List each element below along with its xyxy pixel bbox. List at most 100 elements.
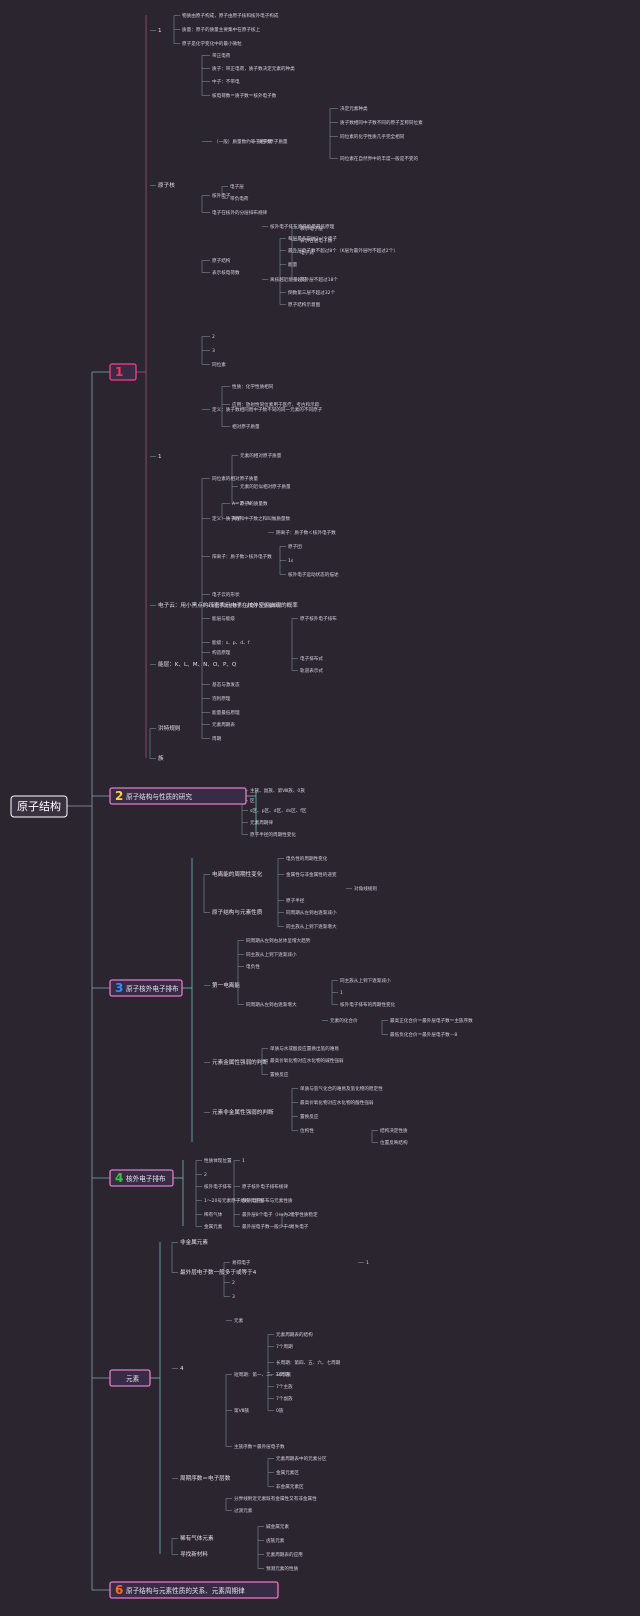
mind-map-node[interactable]: 第Ⅷ族 — [234, 1407, 250, 1414]
mind-map-node[interactable]: 置换反应 — [270, 1071, 289, 1078]
mind-map-node[interactable]: 长周期：第四、五、六、七周期 — [276, 1359, 341, 1366]
mind-map-node[interactable]: 碱金属元素 — [266, 1523, 289, 1530]
mind-map-node[interactable]: 7个副族 — [276, 1395, 293, 1402]
mind-map-node[interactable]: 电子排布式 — [300, 655, 323, 662]
mind-map-node[interactable]: 元素的近似相对原子质量 — [240, 483, 291, 490]
mind-map-node[interactable]: 区 — [250, 798, 255, 804]
chapter-node[interactable]: 6 原子结构与元素性质的关系、元素周期律 — [109, 1581, 279, 1599]
mind-map-node[interactable]: 元素的相对原子质量 — [240, 452, 282, 459]
mind-map-node[interactable]: 电负性 — [246, 963, 260, 970]
mind-map-node[interactable]: s电子云呈球形，p电子云呈哑铃形 — [212, 602, 282, 609]
mind-map-node[interactable]: 最外层电子数一般少于4 — [242, 1223, 291, 1230]
mind-map-node[interactable]: 中子：不带电 — [212, 78, 240, 85]
mind-map-node[interactable]: 金属元素区 — [276, 1469, 299, 1476]
mind-map-node[interactable]: 同主族从上到下逐渐减小 — [246, 951, 297, 958]
mind-map-node[interactable]: 族 — [158, 754, 164, 762]
mind-map-node[interactable]: 同位素的相对原子质量 — [212, 475, 258, 482]
mind-map-node[interactable]: 核电荷数＝质子数＝核外电子数 — [212, 92, 277, 99]
mind-map-node[interactable]: 表示电子层 — [300, 225, 323, 232]
mind-map-node[interactable]: 原子团 — [288, 543, 302, 550]
mind-map-node[interactable]: 离子 — [232, 515, 242, 522]
mind-map-node[interactable]: 原子结构 — [212, 257, 231, 264]
mind-map-node[interactable]: 原子核 — [158, 181, 175, 189]
mind-map-node[interactable]: 核外电子排布的周期性变化 — [340, 1001, 396, 1008]
mind-map-node[interactable]: 电离能的周期性变化 — [212, 870, 263, 878]
mind-map-node[interactable]: 16个族 — [276, 1371, 291, 1378]
mind-map-node[interactable]: 原子核外电子排布规律 — [242, 1183, 288, 1190]
mind-map-node[interactable]: 最高正化合价＝最外层电子数＝主族序数 — [390, 1017, 473, 1024]
mind-map-node[interactable]: 相对原子质量 — [232, 423, 260, 430]
mind-map-node[interactable]: 分界线附近元素既有金属性又有非金属性 — [234, 1495, 317, 1502]
mind-map-node[interactable]: 基态与激发态 — [212, 681, 240, 688]
mind-map-node[interactable]: 单质与氢气化合的难易及氢化物的稳定性 — [300, 1085, 383, 1092]
mind-map-node[interactable]: 同周期从左到右逐渐增大 — [246, 1001, 297, 1008]
mind-map-node[interactable]: 7个主族 — [276, 1383, 293, 1390]
mind-map-node[interactable]: 1s — [288, 558, 294, 564]
mind-map-node[interactable]: 2 — [204, 1172, 207, 1178]
mind-map-node[interactable]: 主族、副族、第Ⅷ族、0族 — [250, 787, 305, 794]
mind-map-node[interactable]: 3 — [232, 1294, 235, 1300]
mind-map-node[interactable]: 电子式 — [300, 249, 314, 256]
chapter-node[interactable]: 2 原子结构与性质的研究 — [109, 787, 247, 805]
mind-map-node[interactable]: 位构性 — [300, 1127, 314, 1134]
mind-map-node[interactable]: 构造原理 — [212, 649, 231, 656]
mind-map-node[interactable]: 表示核电荷数 — [212, 269, 240, 276]
mind-map-node[interactable]: 元素周期表的结构 — [276, 1331, 313, 1338]
mind-map-node[interactable]: s区、p区、d区、ds区、f区 — [250, 808, 307, 814]
mind-map-node[interactable]: 4 — [180, 1366, 184, 1372]
mind-map-node[interactable]: 非金属元素区 — [276, 1483, 304, 1490]
mind-map-node[interactable]: A＝Z＋N — [232, 501, 251, 507]
mind-map-node[interactable]: 最高价氧化物对应水化物的酸性强弱 — [300, 1099, 374, 1106]
mind-map-node[interactable]: 质子数相同中子数不同的原子互称同位素 — [340, 119, 423, 126]
mind-map-node[interactable]: 稀有气体 — [204, 1211, 223, 1218]
mind-map-node[interactable]: 轨道表示式 — [300, 667, 323, 674]
mind-map-node[interactable]: 原子结构示意图 — [288, 301, 321, 308]
mind-map-node[interactable]: 电负性的周期性变化 — [286, 855, 328, 862]
mind-map-node[interactable]: 电子在核外的分层排布规律 — [212, 209, 268, 216]
mind-map-node[interactable]: 同周期从左到右逐渐减小 — [286, 909, 337, 916]
mind-map-node[interactable]: 预测元素的性质 — [266, 1565, 299, 1572]
mind-map-node[interactable]: 核外电子 — [212, 192, 231, 199]
mind-map-node[interactable]: 元素周期表中的元素分区 — [276, 1455, 327, 1462]
mind-map-node[interactable]: 次外层不超过18个 — [300, 276, 338, 283]
mind-map-node[interactable]: 7个周期 — [276, 1344, 293, 1350]
mind-map-node[interactable]: 电子层 — [230, 183, 244, 190]
mind-map-node[interactable]: 2 — [232, 1280, 235, 1286]
mind-map-node[interactable]: 性质体现位置 — [204, 1157, 232, 1164]
mind-map-node[interactable]: 能层：K、L、M、N、O、P、Q — [158, 660, 237, 668]
mind-map-node[interactable]: 阴离子：质子数＜核外电子数 — [276, 529, 336, 536]
mind-map-node[interactable]: 非金属元素 — [180, 1238, 208, 1246]
mind-map-node[interactable]: 1 — [242, 1158, 245, 1164]
mind-map-node[interactable]: 元素周期表的应用 — [266, 1551, 303, 1558]
mind-map-node[interactable]: 元素周期律 — [250, 819, 273, 826]
mind-map-node[interactable]: 定义：质子数和中子数之和叫做质量数 — [212, 515, 291, 522]
mind-map-node[interactable]: 最高价氧化物对应水化物的碱性强弱 — [270, 1057, 344, 1064]
root-node[interactable]: 原子结构 — [10, 795, 68, 818]
mind-map-node[interactable]: 易得电子 — [232, 1259, 251, 1266]
mind-map-node[interactable]: 能量 — [288, 261, 298, 268]
mind-map-node[interactable]: 原子半径 — [286, 897, 305, 904]
mind-map-node[interactable]: 表示各层电子数 — [300, 237, 333, 244]
mind-map-node[interactable]: 1 — [158, 28, 162, 34]
mind-map-node[interactable]: 第一电离能 — [212, 981, 240, 989]
mind-map-node[interactable]: 同位素的化学性质几乎完全相同 — [340, 133, 405, 140]
mind-map-node[interactable]: 元素周期表 — [212, 721, 235, 728]
mind-map-node[interactable]: 同主族从上到下逐渐增大 — [286, 923, 337, 930]
mind-map-node[interactable]: 泡利原理 — [212, 695, 231, 702]
mind-map-node[interactable]: 金属性与非金属性的递变 — [286, 871, 337, 878]
mind-map-node[interactable]: 核外电子排布与元素性质 — [242, 1197, 293, 1204]
mind-map-node[interactable]: 倒数第三层不超过32个 — [288, 289, 336, 296]
mind-map-node[interactable]: 能级：s、p、d、f — [212, 639, 250, 646]
mind-map-node[interactable]: 质量：原子的质量主要集中在原子核上 — [182, 26, 261, 33]
chapter-node[interactable]: 4 核外电子排布 — [109, 1169, 174, 1187]
mind-map-node[interactable]: 决定元素种类 — [340, 105, 368, 112]
mind-map-node[interactable]: 3 — [212, 348, 215, 354]
mind-map-node[interactable]: 性质：化学性质相同 — [232, 383, 274, 390]
chapter-node[interactable]: 1 — [109, 363, 137, 381]
mind-map-node[interactable]: 易失电子 — [290, 1223, 309, 1230]
mind-map-node[interactable]: 最外层电子数一般多于或等于4 — [180, 1268, 257, 1276]
mind-map-node[interactable]: 同位素在自然界中的丰度一般是不变的 — [340, 155, 419, 162]
mind-map-node[interactable]: 卤族元素 — [266, 1537, 285, 1544]
mind-map-node[interactable]: 主族序数＝最外层电子数 — [234, 1443, 285, 1450]
mind-map-node[interactable]: 核外电子排布 — [204, 1183, 232, 1190]
